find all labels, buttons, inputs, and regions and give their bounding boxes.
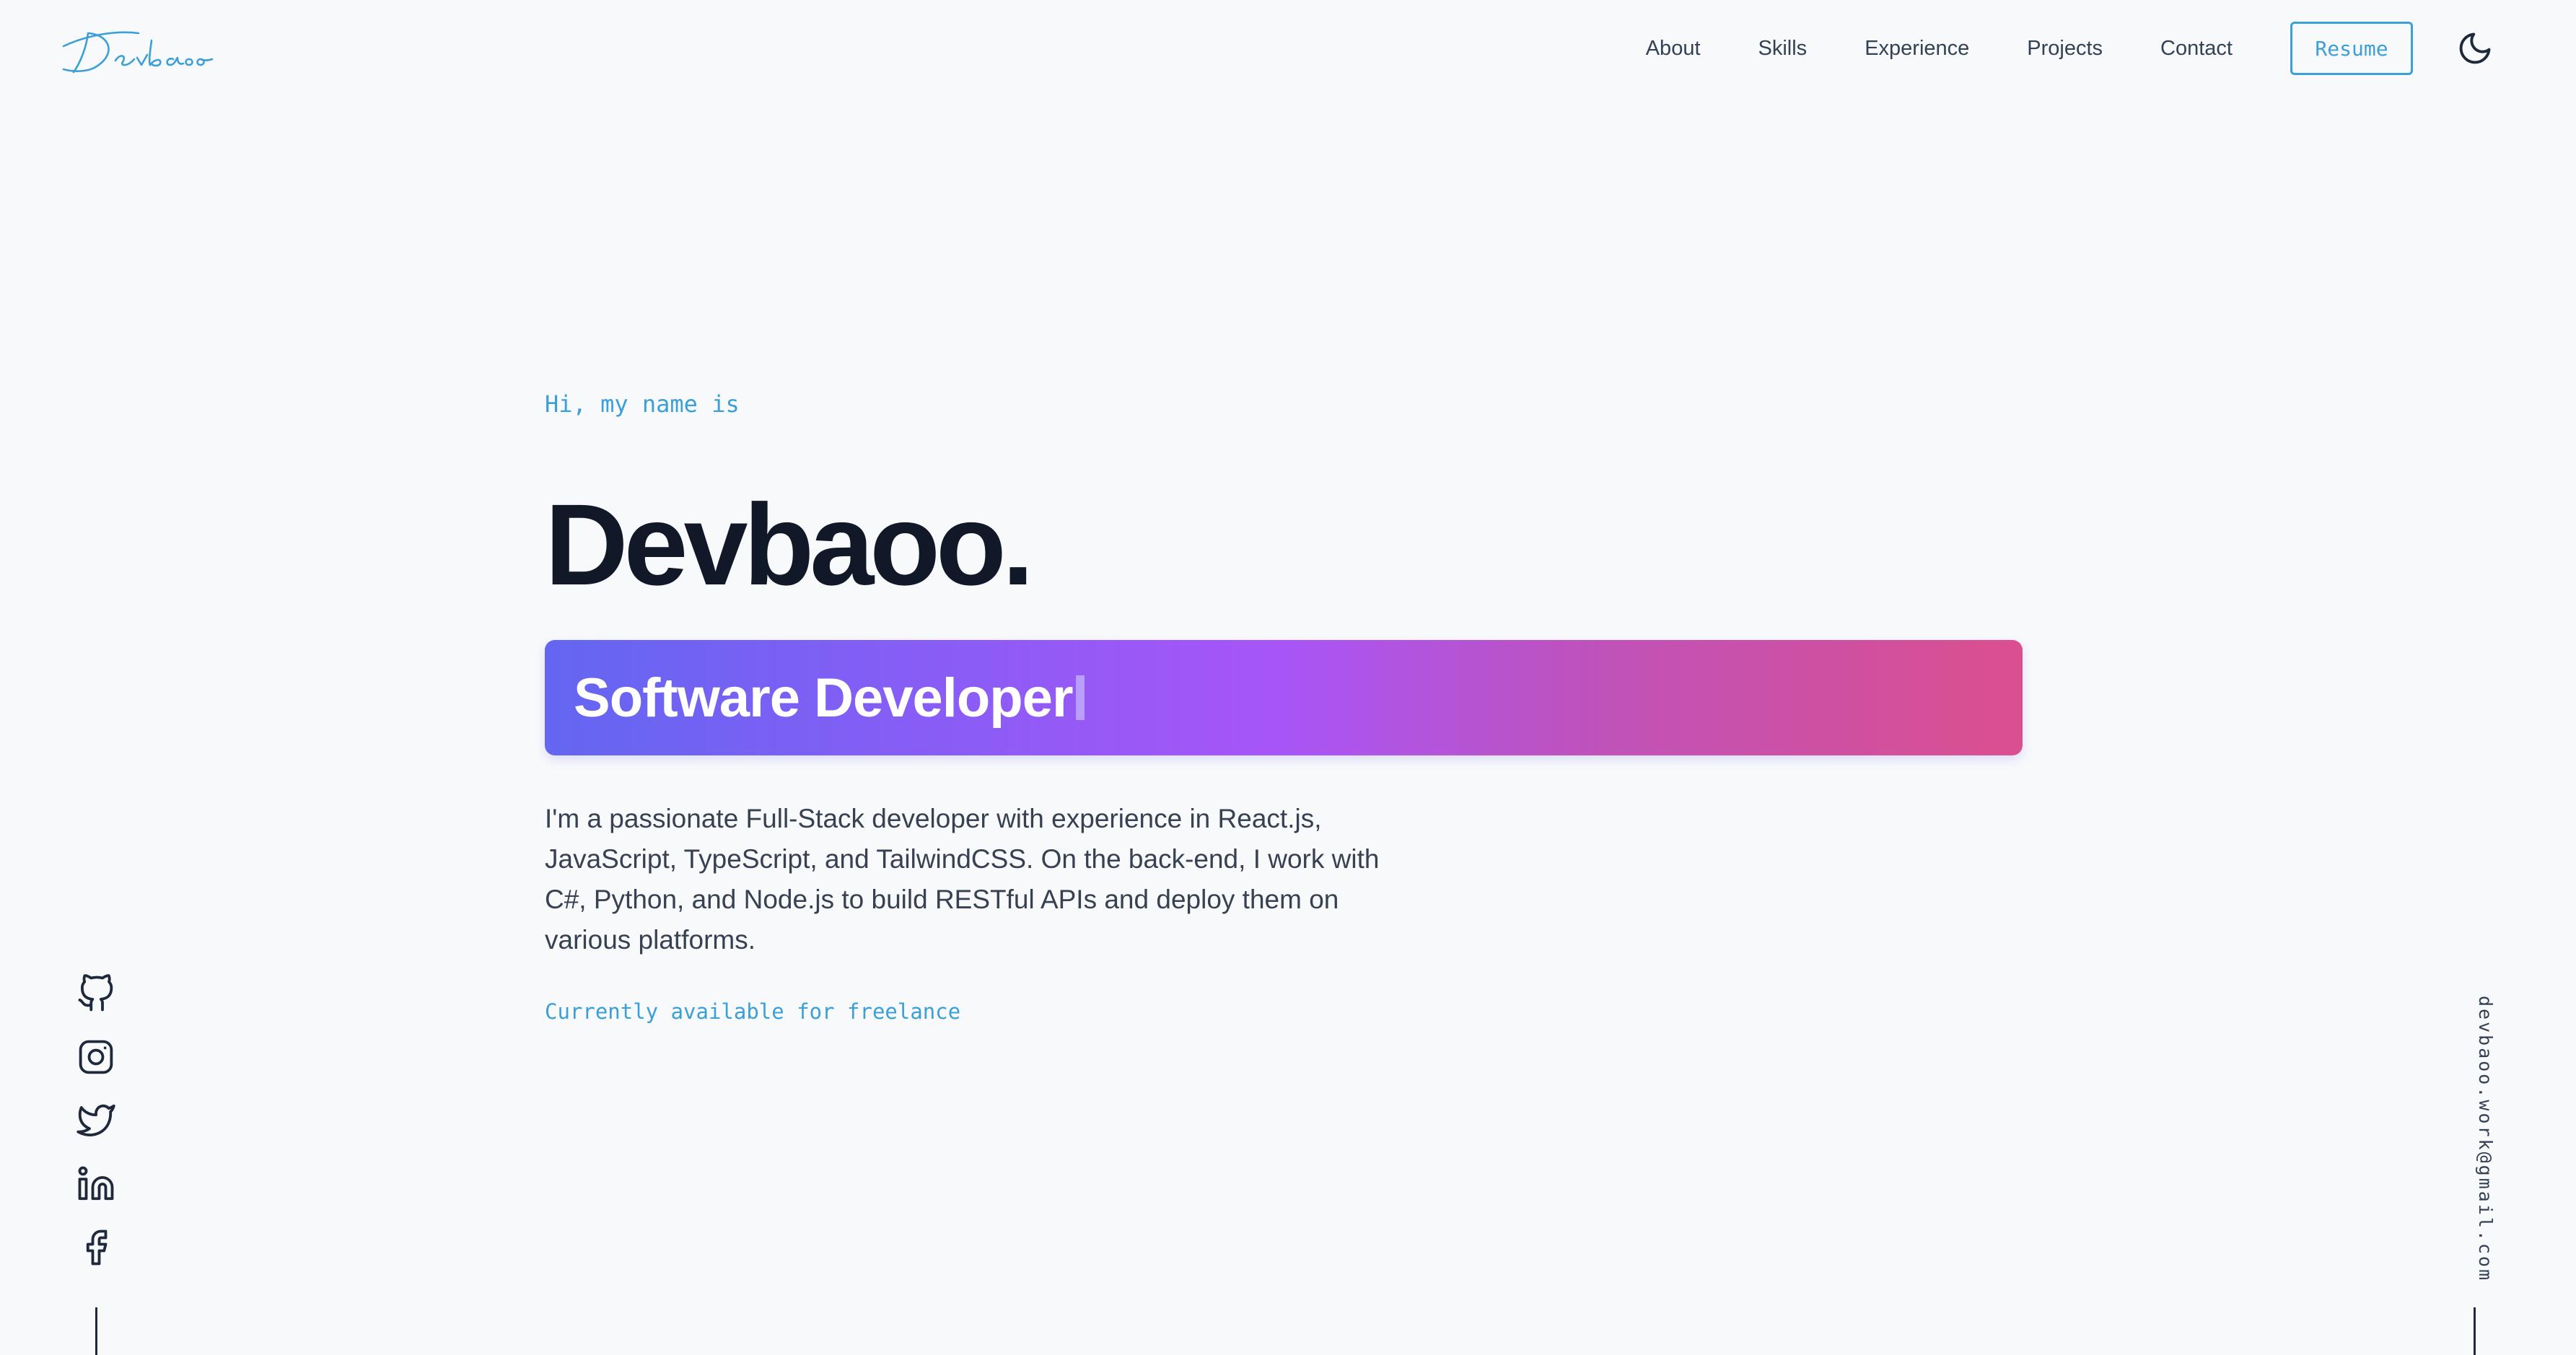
- github-icon[interactable]: [76, 974, 115, 1013]
- role-banner: Software Developer: [545, 640, 2023, 755]
- hero-name: Devbaoo.: [545, 480, 1034, 609]
- facebook-icon[interactable]: [76, 1228, 115, 1267]
- twitter-icon[interactable]: [76, 1101, 115, 1140]
- resume-button[interactable]: Resume: [2290, 22, 2413, 75]
- typing-cursor: [1075, 675, 1085, 720]
- theme-toggle-button[interactable]: [2456, 30, 2494, 67]
- availability-text: Currently available for freelance: [545, 999, 961, 1024]
- social-links: [76, 974, 115, 1292]
- right-rail-line: [2474, 1307, 2476, 1355]
- nav-skills[interactable]: Skills: [1758, 37, 1808, 61]
- left-rail-line: [95, 1307, 97, 1355]
- hero-section: Hi, my name is Devbaoo. Software Develop…: [545, 386, 2024, 1024]
- nav-experience[interactable]: Experience: [1865, 37, 1969, 61]
- moon-icon: [2456, 30, 2494, 67]
- nav-contact[interactable]: Contact: [2160, 37, 2233, 61]
- nav-projects[interactable]: Projects: [2027, 37, 2103, 61]
- email-link[interactable]: devbaoo.work@gmail.com: [2475, 996, 2496, 1282]
- greeting: Hi, my name is: [545, 390, 740, 418]
- nav-about[interactable]: About: [1646, 37, 1701, 61]
- intro-paragraph: I'm a passionate Full-Stack developer wi…: [545, 804, 1380, 955]
- role-text: Software Developer: [574, 667, 1074, 729]
- instagram-icon[interactable]: [76, 1038, 115, 1076]
- logo[interactable]: [59, 25, 218, 79]
- linkedin-icon[interactable]: [76, 1165, 115, 1203]
- main-nav: About Skills Experience Projects Contact…: [1646, 20, 2494, 76]
